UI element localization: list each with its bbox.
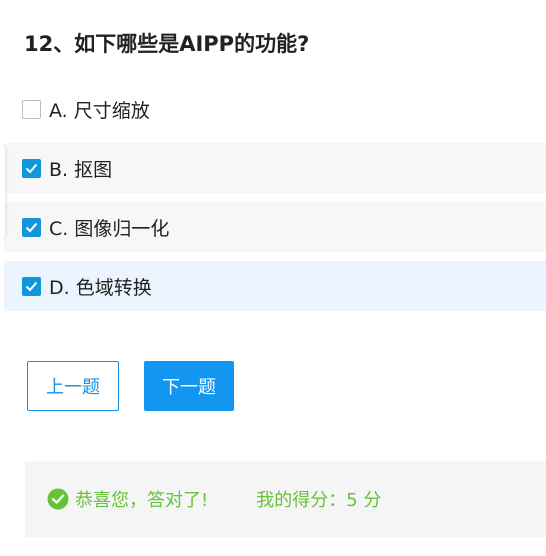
option-label: B. 抠图 (49, 158, 113, 181)
checkbox-checked-icon[interactable] (22, 276, 41, 296)
score-text: 我的得分：5 分 (256, 490, 382, 511)
check-circle-icon (47, 488, 69, 510)
next-question-button[interactable]: 下一题 (144, 361, 234, 411)
quiz-page: 12、如下哪些是AIPP的功能? A. 尺寸缩放 B. 抠图 C. 图像归一化 … (0, 0, 546, 556)
option-label: D. 色域转换 (49, 276, 152, 299)
option-a[interactable]: A. 尺寸缩放 (4, 84, 546, 134)
prev-question-button[interactable]: 上一题 (27, 361, 119, 411)
result-panel: 恭喜您，答对了! 我的得分：5 分 (25, 461, 546, 537)
side-panel-edge (0, 146, 5, 238)
option-label: C. 图像归一化 (49, 217, 170, 240)
checkbox-unchecked-icon[interactable] (22, 99, 41, 119)
question-title: 12、如下哪些是AIPP的功能? (24, 32, 310, 56)
option-label: A. 尺寸缩放 (49, 99, 150, 122)
result-message: 恭喜您，答对了! (75, 490, 209, 511)
checkbox-checked-icon[interactable] (22, 158, 41, 178)
checkbox-checked-icon[interactable] (22, 217, 41, 237)
option-d[interactable]: D. 色域转换 (4, 261, 546, 311)
option-c[interactable]: C. 图像归一化 (4, 202, 546, 252)
option-b[interactable]: B. 抠图 (4, 143, 546, 193)
